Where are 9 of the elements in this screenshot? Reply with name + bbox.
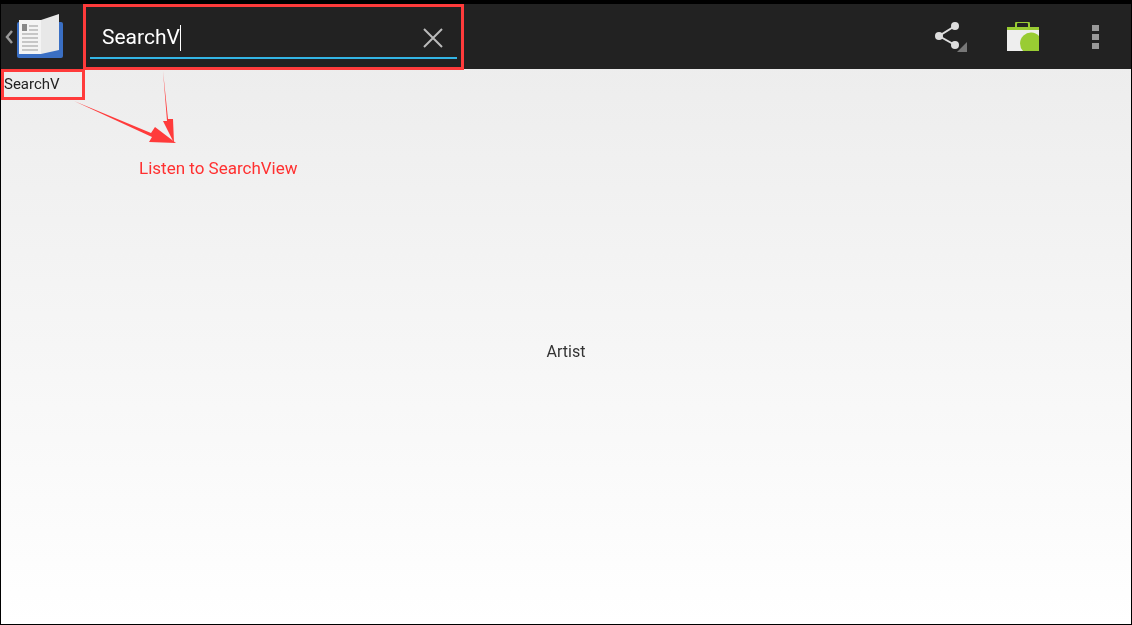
content-text: Artist	[546, 341, 586, 363]
annotation-label: Listen to SearchView	[139, 157, 298, 180]
shopping-bag-icon[interactable]	[1006, 21, 1040, 52]
back-caret-icon[interactable]	[5, 29, 13, 44]
overflow-menu-icon[interactable]	[1092, 24, 1099, 49]
share-icon[interactable]	[934, 21, 968, 52]
query-label: SearchV	[4, 77, 60, 92]
search-input-text: SearchV	[102, 21, 423, 54]
close-icon[interactable]	[423, 27, 443, 48]
